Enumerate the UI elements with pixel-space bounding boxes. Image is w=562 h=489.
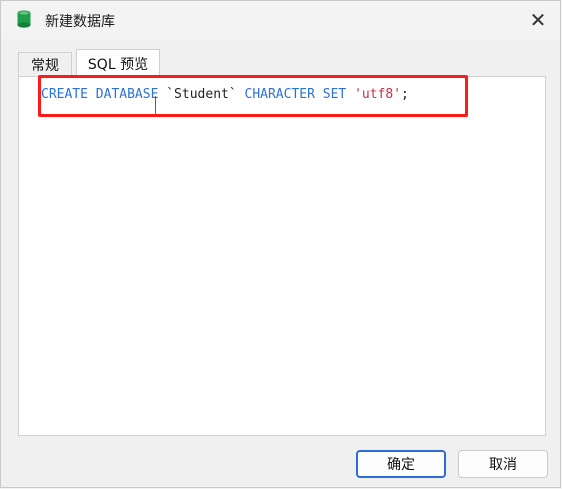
sql-preview-panel[interactable] xyxy=(18,76,546,436)
tab-sql-preview[interactable]: SQL 预览 xyxy=(76,49,160,77)
cancel-button[interactable]: 取消 xyxy=(458,450,548,478)
annotation-highlight-box xyxy=(38,75,468,117)
title-bar: 新建数据库 ✕ xyxy=(1,1,560,39)
new-database-dialog: 新建数据库 ✕ 常规 SQL 预览 CREATE DATABASE `Stude… xyxy=(0,0,561,488)
close-button[interactable]: ✕ xyxy=(519,5,557,35)
tab-general-label: 常规 xyxy=(31,57,59,74)
cancel-button-label: 取消 xyxy=(489,457,517,473)
window-title: 新建数据库 xyxy=(45,14,115,30)
ok-button-label: 确定 xyxy=(387,457,415,473)
tab-general[interactable]: 常规 xyxy=(18,52,72,76)
ok-button[interactable]: 确定 xyxy=(356,450,446,478)
close-icon: ✕ xyxy=(529,8,547,32)
database-icon xyxy=(17,10,31,28)
tab-sql-preview-label: SQL 预览 xyxy=(87,56,149,73)
